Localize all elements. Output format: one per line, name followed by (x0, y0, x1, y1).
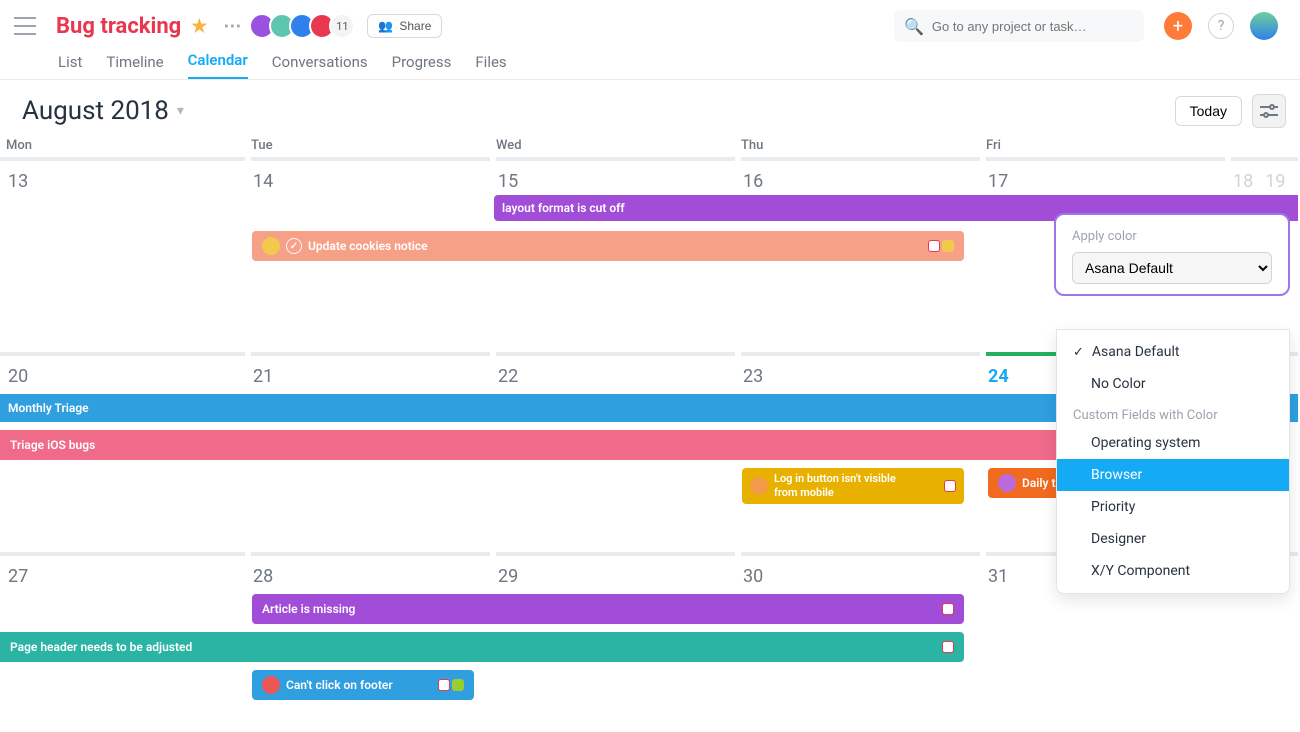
option-asana-default[interactable]: Asana Default (1057, 336, 1289, 368)
option-xy-component[interactable]: X/Y Component (1057, 555, 1289, 587)
global-search[interactable]: 🔍 (894, 10, 1144, 42)
avatar-count: 11 (329, 13, 355, 39)
date-label: 17 (988, 171, 1217, 192)
task-bar[interactable]: Page header needs to be adjusted (0, 632, 964, 662)
color-popover: Apply color Asana Default Asana Default … (1054, 213, 1290, 296)
option-browser[interactable]: Browser (1057, 459, 1289, 491)
date-label: 27 (8, 566, 237, 587)
date-label: 21 (253, 366, 482, 387)
member-avatars[interactable]: 11 (255, 13, 355, 39)
more-icon[interactable]: ⋯ (223, 16, 241, 37)
check-icon: ✓ (286, 238, 302, 254)
today-button[interactable]: Today (1175, 96, 1242, 126)
date-label: 16 (743, 171, 972, 192)
date-label: 13 (8, 171, 237, 192)
month-label: August 2018 (22, 96, 169, 126)
tab-list[interactable]: List (58, 53, 82, 79)
date-label: 1819 (1233, 171, 1282, 192)
option-no-color[interactable]: No Color (1057, 368, 1289, 400)
project-title: Bug tracking (56, 14, 181, 39)
avatar (262, 237, 280, 255)
date-label: 22 (498, 366, 727, 387)
color-select[interactable]: Asana Default (1072, 252, 1272, 284)
search-icon: 🔍 (904, 17, 924, 36)
menu-icon[interactable] (14, 17, 36, 35)
avatar (750, 477, 768, 495)
date-label: 28 (253, 566, 482, 587)
user-avatar[interactable] (1250, 12, 1278, 40)
group-label: Custom Fields with Color (1057, 400, 1289, 427)
tab-progress[interactable]: Progress (392, 53, 452, 79)
date-label: 15 (498, 171, 727, 192)
date-label: 30 (743, 566, 972, 587)
tab-timeline[interactable]: Timeline (106, 53, 163, 79)
day-of-week-row: Mon Tue Wed Thu Fri (0, 138, 1298, 157)
date-label: 23 (743, 366, 972, 387)
date-label: 14 (253, 171, 482, 192)
task-bar[interactable]: Can't click on footer (252, 670, 474, 700)
star-icon[interactable]: ★ (191, 16, 207, 37)
option-operating-system[interactable]: Operating system (1057, 427, 1289, 459)
color-dropdown: Asana Default No Color Custom Fields wit… (1056, 329, 1290, 594)
share-button[interactable]: 👥 Share (367, 14, 442, 38)
tab-files[interactable]: Files (475, 53, 506, 79)
view-settings-button[interactable] (1252, 94, 1286, 128)
view-tabs: List Timeline Calendar Conversations Pro… (0, 46, 1300, 80)
create-button[interactable]: + (1164, 12, 1192, 40)
help-button[interactable]: ? (1208, 13, 1234, 39)
task-bar[interactable]: Article is missing (252, 594, 964, 624)
date-label: 29 (498, 566, 727, 587)
chevron-down-icon[interactable]: ▾ (177, 103, 184, 119)
task-bar[interactable]: ✓ Update cookies notice (252, 231, 964, 261)
tab-calendar[interactable]: Calendar (188, 51, 248, 79)
task-bar[interactable]: Log in button isn't visible from mobile (742, 468, 964, 504)
task-bar[interactable]: Triage iOS bugs (0, 430, 1210, 460)
avatar (998, 474, 1016, 492)
tab-conversations[interactable]: Conversations (272, 53, 368, 79)
date-label: 20 (8, 366, 237, 387)
option-designer[interactable]: Designer (1057, 523, 1289, 555)
apply-color-label: Apply color (1056, 229, 1288, 252)
search-input[interactable] (932, 19, 1134, 34)
avatar (262, 676, 280, 694)
sliders-icon (1260, 104, 1278, 118)
option-priority[interactable]: Priority (1057, 491, 1289, 523)
people-icon: 👥 (378, 19, 393, 33)
